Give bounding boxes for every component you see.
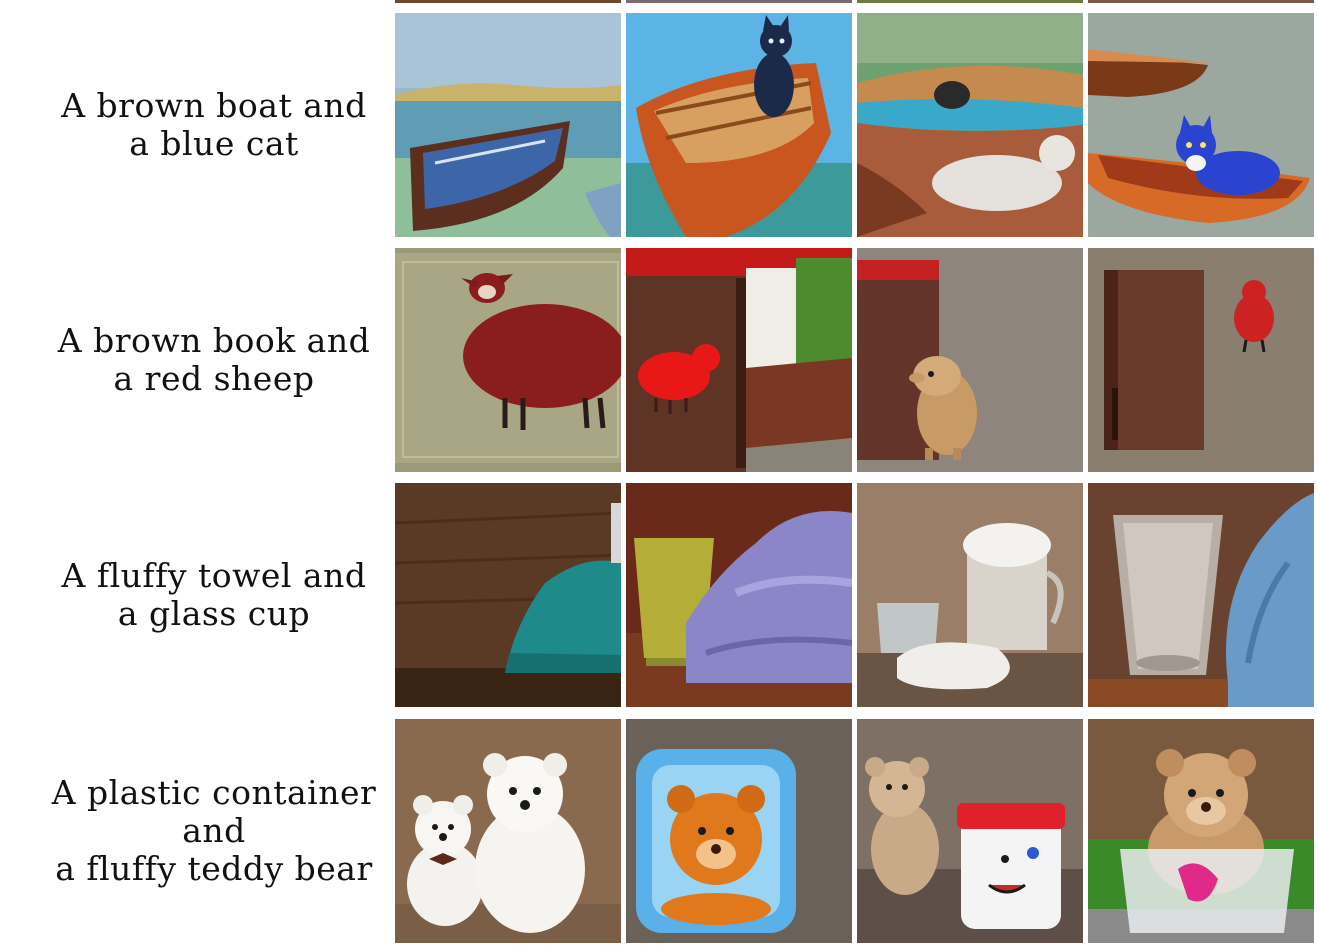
prompt-caption: A fluffy towel and a glass cup	[30, 483, 398, 707]
prompt-row-book-sheep: A brown book and a red sheep	[0, 248, 1319, 472]
strip-image-1	[395, 0, 621, 3]
generated-image-boat-two-cats	[857, 13, 1083, 237]
generated-image-teddy-and-container	[857, 719, 1083, 943]
generated-image-book-sheep-sticker	[1088, 248, 1314, 472]
prompt-row-boat-cat: A brown boat and a blue cat	[0, 13, 1319, 237]
prompt-caption: A plastic container and a fluffy teddy b…	[30, 719, 398, 943]
generated-image-glass-blue-towel	[1088, 483, 1314, 707]
caption-line-1: A brown book and	[57, 321, 371, 360]
caption-line-2: a glass cup	[117, 594, 311, 633]
caption-line-1: A fluffy towel and	[61, 556, 367, 595]
generated-image-boat-cat-blue	[626, 13, 852, 237]
generated-image-bear-in-blue-container	[626, 719, 852, 943]
generated-image-book-plush-sheep	[857, 248, 1083, 472]
prompt-row-container-teddy: A plastic container and a fluffy teddy b…	[0, 719, 1319, 943]
prompt-caption: A brown book and a red sheep	[30, 248, 398, 472]
caption-line-2: a blue cat	[129, 124, 299, 163]
generated-image-white-cup-towel	[857, 483, 1083, 707]
caption-line-2: a red sheep	[113, 359, 315, 398]
caption-line-2: a fluffy teddy bear	[55, 849, 373, 888]
strip-image-2	[626, 0, 852, 3]
prompt-caption: A brown boat and a blue cat	[30, 13, 398, 237]
prompt-row-towel-cup: A fluffy towel and a glass cup	[0, 483, 1319, 707]
strip-image-3	[857, 0, 1083, 3]
generated-image-boats-blue-cat	[1088, 13, 1314, 237]
generated-image-lavender-towel-glass	[626, 483, 852, 707]
strip-image-4	[1088, 0, 1314, 3]
generated-image-boat-painting	[395, 13, 621, 237]
generated-image-sheep-on-book	[395, 248, 621, 472]
generated-image-teal-towel	[395, 483, 621, 707]
caption-line-1: A plastic container and	[51, 773, 377, 850]
generated-image-book-felt-sheep	[626, 248, 852, 472]
generated-image-white-teddy-bears	[395, 719, 621, 943]
generated-image-teddy-in-clear-container	[1088, 719, 1314, 943]
caption-line-1: A brown boat and	[61, 86, 367, 125]
